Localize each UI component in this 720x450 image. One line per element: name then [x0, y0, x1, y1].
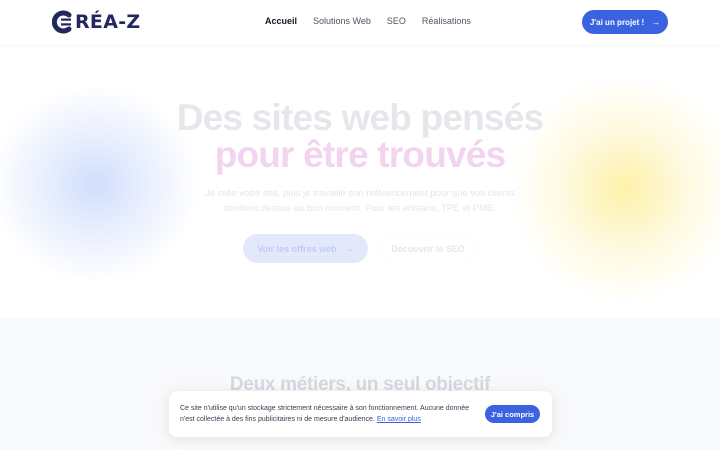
arrow-right-icon: → — [651, 17, 661, 27]
arrow-right-icon: → — [344, 243, 354, 254]
view-web-offers-button[interactable]: Voir les offres web → — [243, 234, 368, 263]
hero-section: Des sites web pensés pour être trouvés J… — [0, 44, 720, 318]
main-nav: Accueil Solutions Web SEO Réalisations — [265, 16, 471, 26]
project-cta-label: J'ai un projet ! — [589, 17, 645, 27]
hero-subtitle-line1: Je crée votre site, puis je travaille so… — [205, 188, 515, 199]
nav-item-seo[interactable]: SEO — [387, 16, 406, 26]
project-cta-button[interactable]: J'ai un projet ! → — [582, 10, 668, 34]
cookie-banner: Ce site n'utilise qu'un stockage stricte… — [169, 391, 552, 437]
nav-item-solutions-web[interactable]: Solutions Web — [313, 16, 371, 26]
cookie-accept-button[interactable]: J'ai compris — [485, 405, 540, 423]
nav-item-accueil[interactable]: Accueil — [265, 16, 297, 26]
hero-subtitle-line2: tombent dessus au bon moment. Pour les a… — [224, 203, 496, 214]
nav-item-realisations[interactable]: Réalisations — [422, 16, 471, 26]
hero-title-line2: pour être trouvés — [214, 134, 507, 175]
learn-more-link[interactable]: En savoir plus — [377, 416, 421, 423]
cookie-text-line2-wrap: n'est collectée à des fins publicitaires… — [180, 414, 480, 425]
view-web-offers-label: Voir les offres web — [257, 243, 337, 254]
logo-c-mark-icon — [52, 10, 72, 34]
hero-title-line1: Des sites web pensés — [176, 97, 544, 138]
logo-text: RÉA-Z — [75, 11, 141, 33]
cookie-text-line2: n'est collectée à des fins publicitaires… — [180, 416, 375, 423]
site-header: RÉA-Z Accueil Solutions Web SEO Réalisat… — [0, 0, 720, 44]
logo[interactable]: RÉA-Z — [52, 10, 140, 34]
cookie-text-line1: Ce site n'utilise qu'un stockage stricte… — [180, 405, 470, 412]
discover-seo-label: Découvrir le SEO — [391, 243, 465, 254]
cookie-message: Ce site n'utilise qu'un stockage stricte… — [180, 403, 480, 425]
discover-seo-button[interactable]: Découvrir le SEO — [382, 234, 474, 263]
